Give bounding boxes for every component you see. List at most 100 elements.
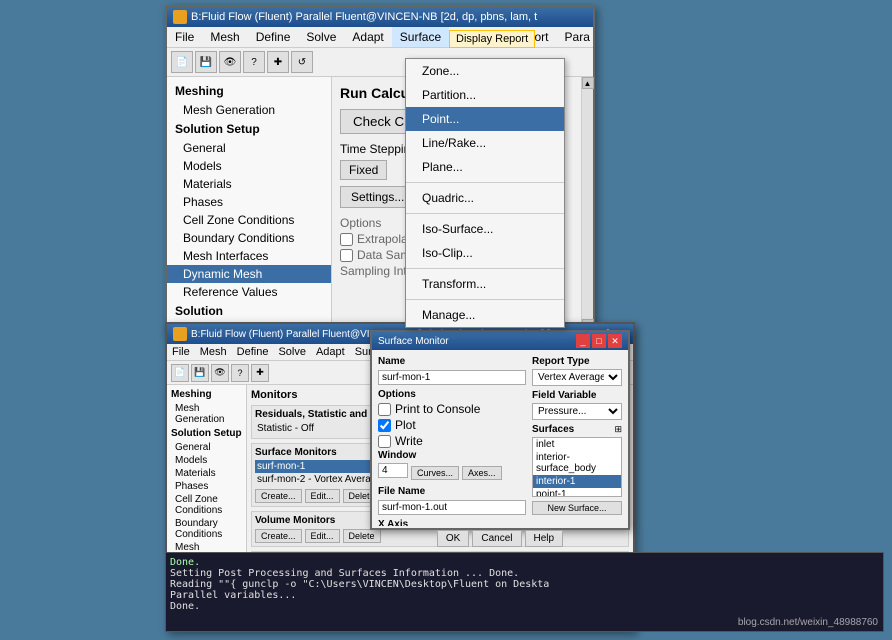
app-icon (173, 10, 187, 24)
sidebar-materials[interactable]: Materials (167, 175, 331, 193)
dropdown-quadric[interactable]: Quadric... (406, 186, 564, 210)
main-scrollbar[interactable]: ▲ ▼ (581, 77, 593, 331)
curves-btn[interactable]: Curves... (411, 466, 459, 480)
dropdown-transform[interactable]: Transform... (406, 272, 564, 296)
sidebar-mesh-interfaces[interactable]: Mesh Interfaces (167, 247, 331, 265)
surface-interior-1[interactable]: interior-1 (533, 475, 621, 488)
write-option: Write (378, 434, 526, 448)
second-sidebar-phases[interactable]: Phases (167, 480, 246, 493)
dropdown-point[interactable]: Point... (406, 107, 564, 131)
second-toolbar-btn-2[interactable]: 💾 (191, 364, 209, 382)
surfaces-label: Surfaces (532, 424, 614, 435)
dropdown-line-rake[interactable]: Line/Rake... (406, 131, 564, 155)
write-checkbox[interactable] (378, 435, 391, 448)
plot-checkbox[interactable] (378, 419, 391, 432)
edit-btn-1[interactable]: Edit... (305, 489, 340, 503)
sidebar-phases[interactable]: Phases (167, 193, 331, 211)
popup-btn-row: OK Cancel Help (372, 530, 628, 547)
popup-maximize[interactable]: □ (592, 334, 606, 348)
sidebar-dynamic-mesh[interactable]: Dynamic Mesh (167, 265, 331, 283)
sidebar-mesh-generation[interactable]: Mesh Generation (167, 101, 331, 119)
menu-file[interactable]: File (167, 27, 202, 47)
create-btn-1[interactable]: Create... (255, 489, 302, 503)
surface-interior-body[interactable]: interior-surface_body (533, 451, 621, 475)
sidebar-cell-zone[interactable]: Cell Zone Conditions (167, 211, 331, 229)
extrapolate-checkbox[interactable] (340, 233, 353, 246)
cancel-btn[interactable]: Cancel (472, 530, 521, 547)
ok-btn[interactable]: OK (437, 530, 469, 547)
report-type-select[interactable]: Vertex Average (532, 369, 622, 386)
second-sidebar-sol-setup: Solution Setup (167, 426, 246, 441)
name-label: Name (378, 356, 526, 367)
print-console-option: Print to Console (378, 402, 526, 416)
menu-surface[interactable]: Surface (392, 27, 449, 47)
fixed-badge: Fixed (340, 160, 387, 180)
second-toolbar-btn-3[interactable]: 👁 (211, 364, 229, 382)
toolbar-btn-3[interactable]: 👁 (219, 51, 241, 73)
dropdown-divider-3 (406, 268, 564, 269)
second-toolbar-btn-5[interactable]: ✚ (251, 364, 269, 382)
second-sidebar-boundary[interactable]: Boundary Conditions (167, 517, 246, 541)
toolbar-btn-5[interactable]: ✚ (267, 51, 289, 73)
data-samp-checkbox[interactable] (340, 249, 353, 262)
toolbar-btn-4[interactable]: ? (243, 51, 265, 73)
menu-define[interactable]: Define (248, 27, 299, 47)
surface-dropdown: Zone... Partition... Point... Line/Rake.… (405, 58, 565, 328)
surface-inlet[interactable]: inlet (533, 438, 621, 451)
plot-label: Plot (395, 418, 416, 432)
menu-mesh[interactable]: Mesh (202, 27, 247, 47)
dropdown-manage[interactable]: Manage... (406, 303, 564, 327)
file-name-input[interactable] (378, 500, 526, 515)
second-menu-adapt[interactable]: Adapt (311, 344, 350, 360)
dropdown-iso-surface[interactable]: Iso-Surface... (406, 217, 564, 241)
second-sidebar-cell-zone[interactable]: Cell Zone Conditions (167, 493, 246, 517)
second-sidebar-models[interactable]: Models (167, 454, 246, 467)
dropdown-plane[interactable]: Plane... (406, 155, 564, 179)
popup-left: Name document.querySelector('[data-name=… (378, 356, 526, 520)
menu-para[interactable]: Para (557, 27, 598, 47)
second-toolbar-btn-4[interactable]: ? (231, 364, 249, 382)
sidebar-solution-setup: Solution Setup (167, 119, 331, 139)
popup-minimize[interactable]: _ (576, 334, 590, 348)
second-menu-define[interactable]: Define (232, 344, 274, 360)
axes-btn[interactable]: Axes... (462, 466, 502, 480)
sidebar-models[interactable]: Models (167, 157, 331, 175)
display-report-label: Display Report (449, 30, 535, 48)
second-sidebar-materials[interactable]: Materials (167, 467, 246, 480)
sidebar-general[interactable]: General (167, 139, 331, 157)
second-menu-file[interactable]: File (167, 344, 195, 360)
surface-point-1[interactable]: point-1 (533, 488, 621, 497)
new-surface-btn[interactable]: New Surface... (532, 501, 622, 515)
menu-solve[interactable]: Solve (298, 27, 344, 47)
popup-close-btn[interactable]: ✕ (608, 334, 622, 348)
popup-content: Name document.querySelector('[data-name=… (372, 350, 628, 526)
help-btn[interactable]: Help (525, 530, 564, 547)
print-console-label: Print to Console (395, 402, 480, 416)
window-input[interactable] (378, 463, 408, 478)
main-window-title: B:Fluid Flow (Fluent) Parallel Fluent@VI… (191, 11, 537, 23)
filter-icon[interactable]: ⊞ (614, 424, 622, 435)
toolbar-btn-6[interactable]: ↺ (291, 51, 313, 73)
toolbar-btn-2[interactable]: 💾 (195, 51, 217, 73)
create-btn-2[interactable]: Create... (255, 529, 302, 543)
dropdown-iso-clip[interactable]: Iso-Clip... (406, 241, 564, 265)
second-sidebar-general[interactable]: General (167, 441, 246, 454)
surfaces-list[interactable]: inlet interior-surface_body interior-1 p… (532, 437, 622, 497)
dropdown-partition[interactable]: Partition... (406, 83, 564, 107)
second-menu-solve[interactable]: Solve (273, 344, 311, 360)
dropdown-zone[interactable]: Zone... (406, 59, 564, 83)
second-sidebar-mesh-gen[interactable]: Mesh Generation (167, 402, 246, 426)
second-menu-mesh[interactable]: Mesh (195, 344, 232, 360)
scroll-up-btn[interactable]: ▲ (582, 77, 594, 89)
window-label: Window (378, 450, 526, 461)
main-sidebar: Meshing Mesh Generation Solution Setup G… (167, 77, 332, 331)
edit-btn-2[interactable]: Edit... (305, 529, 340, 543)
toolbar-btn-1[interactable]: 📄 (171, 51, 193, 73)
sidebar-reference-values[interactable]: Reference Values (167, 283, 331, 301)
field-variable-select[interactable]: Pressure... (532, 403, 622, 420)
second-toolbar-btn-1[interactable]: 📄 (171, 364, 189, 382)
menu-adapt[interactable]: Adapt (344, 27, 391, 47)
sidebar-boundary[interactable]: Boundary Conditions (167, 229, 331, 247)
print-console-checkbox[interactable] (378, 403, 391, 416)
name-input[interactable] (378, 370, 526, 385)
